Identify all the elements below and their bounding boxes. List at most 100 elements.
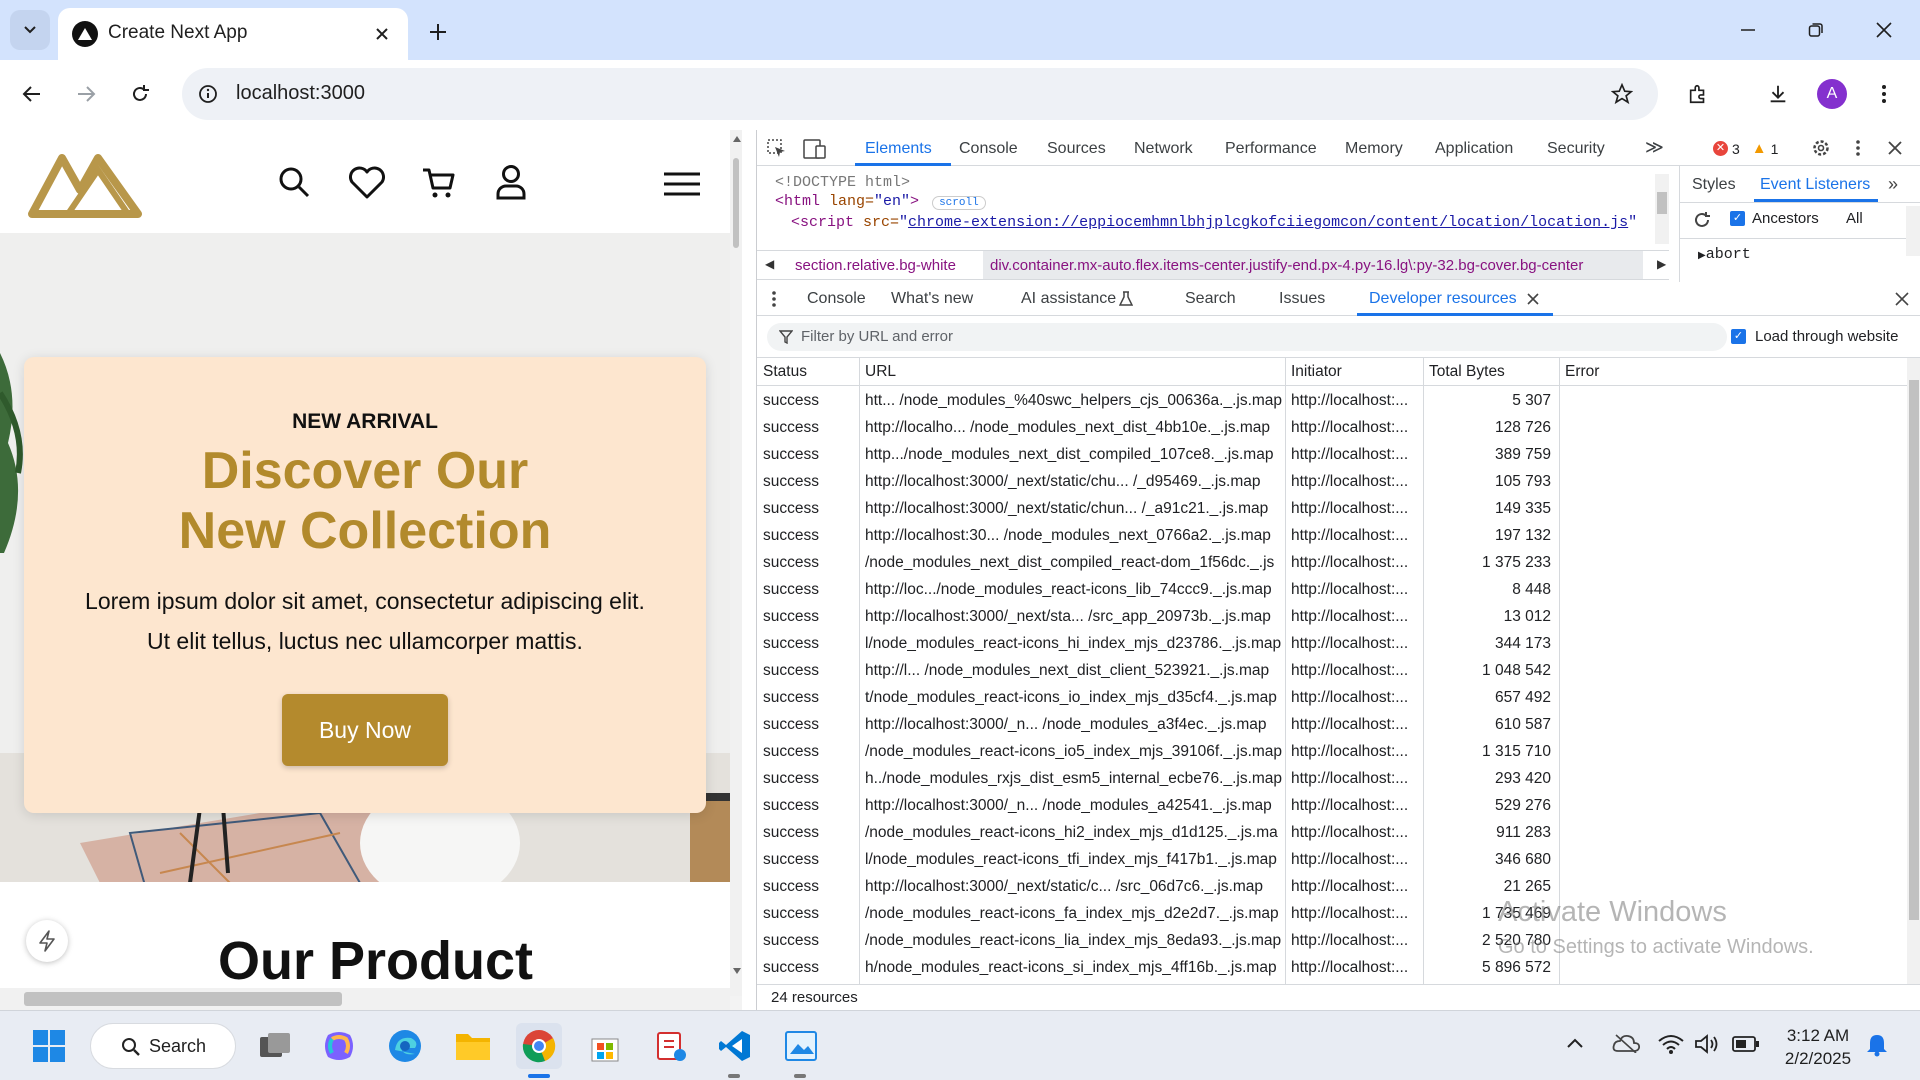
taskbar-search-box[interactable]: Search	[90, 1023, 236, 1069]
vscode-icon[interactable]	[712, 1023, 758, 1069]
task-view-icon[interactable]	[252, 1023, 298, 1069]
dom-script-src-link[interactable]: chrome-extension://eppiocemhmnlbhjplcgko…	[908, 214, 1628, 231]
microsoft-store-icon[interactable]	[582, 1023, 628, 1069]
table-row[interactable]: success l/node_modules_react-icons_tfi_in…	[757, 846, 1907, 873]
table-row[interactable]: success l/node_modules_react-icons_hi_ind…	[757, 630, 1907, 657]
download-icon[interactable]	[1758, 74, 1798, 114]
dom-doctype[interactable]: <!DOCTYPE html>	[775, 174, 910, 191]
table-row[interactable]: success http://localhost:3000/_next/stati…	[757, 495, 1907, 522]
site-logo[interactable]	[28, 148, 142, 218]
devtools-tab-memory[interactable]: Memory	[1345, 140, 1403, 158]
buy-now-button[interactable]: Buy Now	[282, 694, 448, 766]
drawer-tab-close-icon[interactable]	[1527, 293, 1539, 305]
devtools-tab-elements[interactable]: Elements	[865, 140, 932, 158]
profile-button[interactable]: A	[1812, 74, 1852, 114]
drawer-close-icon[interactable]	[1895, 292, 1909, 306]
wishlist-heart-icon[interactable]	[348, 166, 386, 200]
snipping-tool-icon[interactable]	[648, 1023, 694, 1069]
table-row[interactable]: success h../node_modules_rxjs_dist_esm5_i…	[757, 765, 1907, 792]
back-button[interactable]	[12, 74, 52, 114]
table-row[interactable]: success http://localhost:3000/_n... /node…	[757, 792, 1907, 819]
sidebar-tab-event-listeners[interactable]: Event Listeners	[1760, 176, 1870, 194]
table-row[interactable]: success http.../node_modules_next_dist_co…	[757, 441, 1907, 468]
bookmark-star-icon[interactable]	[1602, 74, 1642, 114]
extensions-puzzle-icon[interactable]	[1678, 74, 1718, 114]
scroll-badge[interactable]: scroll	[932, 196, 986, 210]
devtools-tab-console[interactable]: Console	[959, 140, 1018, 158]
start-windows-icon[interactable]	[26, 1023, 72, 1069]
dom-html-node[interactable]: <html lang="en"> scroll	[775, 193, 986, 210]
col-header-total-bytes[interactable]: Total Bytes	[1423, 358, 1505, 386]
devtools-settings-gear-icon[interactable]	[1811, 138, 1831, 158]
table-row[interactable]: success http://localho... /node_modules_n…	[757, 414, 1907, 441]
drawer-tab-issues[interactable]: Issues	[1279, 290, 1325, 308]
sidebar-tab-styles[interactable]: Styles	[1692, 176, 1736, 194]
account-user-icon[interactable]	[496, 164, 526, 200]
devtools-menu-icon[interactable]	[1855, 139, 1861, 157]
breadcrumb-item-section[interactable]: section.relative.bg-white	[795, 257, 956, 274]
copilot-icon[interactable]	[316, 1023, 362, 1069]
scroll-down-arrow-icon[interactable]	[733, 968, 741, 974]
refresh-listeners-icon[interactable]	[1692, 210, 1712, 230]
issues-counter[interactable]: ✕ 3 ▲ 1	[1713, 140, 1778, 157]
cart-icon[interactable]	[422, 166, 456, 200]
address-bar[interactable]: localhost:3000	[182, 68, 1658, 120]
devtools-tab-application[interactable]: Application	[1435, 140, 1513, 158]
dom-script-node[interactable]: <script src="chrome-extension://eppiocem…	[791, 214, 1637, 231]
breadcrumb-left-arrow-icon[interactable]: ◀	[765, 257, 774, 271]
inspect-element-icon[interactable]	[767, 139, 787, 159]
breadcrumb-item-div[interactable]: div.container.mx-auto.flex.items-center.…	[990, 257, 1583, 274]
drawer-tab-ai-assistance[interactable]: AI assistance	[1021, 290, 1116, 308]
listeners-filter-select[interactable]: All	[1846, 210, 1863, 227]
col-header-error[interactable]: Error	[1559, 358, 1599, 386]
table-row[interactable]: success http://localhost:3000/_next/sta..…	[757, 603, 1907, 630]
breadcrumb-right-arrow-icon[interactable]: ▶	[1657, 257, 1666, 271]
file-explorer-icon[interactable]	[450, 1023, 496, 1069]
drawer-tab-console[interactable]: Console	[807, 290, 866, 308]
wifi-icon[interactable]	[1658, 1033, 1684, 1055]
table-row[interactable]: success http://localhost:3000/_next/stati…	[757, 468, 1907, 495]
site-search-icon[interactable]	[278, 166, 310, 198]
hamburger-menu-icon[interactable]	[664, 172, 700, 196]
drawer-tab-search[interactable]: Search	[1185, 290, 1236, 308]
table-row[interactable]: success htt... /node_modules_%40swc_helpe…	[757, 387, 1907, 414]
drawer-menu-icon[interactable]	[771, 290, 777, 308]
col-header-initiator[interactable]: Initiator	[1285, 358, 1342, 386]
floating-action-button[interactable]	[26, 920, 68, 962]
minimize-button[interactable]	[1728, 12, 1768, 48]
col-header-status[interactable]: Status	[757, 358, 807, 386]
onedrive-cloud-icon[interactable]	[1612, 1033, 1640, 1053]
reload-button[interactable]	[120, 74, 160, 114]
devtools-tab-network[interactable]: Network	[1134, 140, 1193, 158]
battery-icon[interactable]	[1732, 1035, 1760, 1053]
page-horizontal-scroll-thumb[interactable]	[24, 992, 342, 1006]
taskbar-clock[interactable]: 3:12 AM 2/2/2025	[1768, 1024, 1868, 1070]
volume-icon[interactable]	[1694, 1033, 1720, 1055]
more-tabs-chevron-icon[interactable]: ≫	[1645, 137, 1664, 158]
drawer-tab-whats-new[interactable]: What's new	[891, 290, 973, 308]
devtools-tab-performance[interactable]: Performance	[1225, 140, 1317, 158]
col-header-url[interactable]: URL	[859, 358, 896, 386]
close-window-button[interactable]	[1864, 12, 1904, 48]
new-tab-button[interactable]	[420, 14, 456, 50]
chrome-taskbar-icon[interactable]	[516, 1023, 562, 1069]
chrome-menu-icon[interactable]	[1864, 74, 1904, 114]
devtools-close-icon[interactable]	[1887, 140, 1903, 156]
sidebar-more-chevron-icon[interactable]: »	[1888, 174, 1898, 195]
notification-bell-icon[interactable]	[1866, 1033, 1888, 1057]
listener-item-abort[interactable]: ▶abort	[1698, 246, 1751, 263]
ancestors-checkbox[interactable]: ✓	[1730, 211, 1745, 226]
filter-url-input[interactable]: Filter by URL and error	[767, 323, 1727, 351]
table-row[interactable]: success/node_modules_react-icons_io5_ind…	[757, 738, 1907, 765]
elements-scrollbar[interactable]	[1655, 174, 1669, 244]
browser-tab-active[interactable]: Create Next App	[58, 8, 408, 60]
table-row[interactable]: success t/node_modules_react-icons_io_ind…	[757, 684, 1907, 711]
tray-overflow-chevron-icon[interactable]	[1566, 1037, 1584, 1049]
drawer-tab-developer-resources[interactable]: Developer resources	[1369, 290, 1517, 308]
page-vertical-scrollbar[interactable]	[730, 130, 742, 996]
elements-scroll-thumb[interactable]	[1657, 192, 1667, 214]
table-row[interactable]: success/node_modules_react-icons_hi2_ind…	[757, 819, 1907, 846]
table-row[interactable]: success/node_modules_next_dist_compiled_…	[757, 549, 1907, 576]
table-row[interactable]: success http://localhost:30... /node_modu…	[757, 522, 1907, 549]
table-row[interactable]: success http://loc.../node_modules_react-…	[757, 576, 1907, 603]
